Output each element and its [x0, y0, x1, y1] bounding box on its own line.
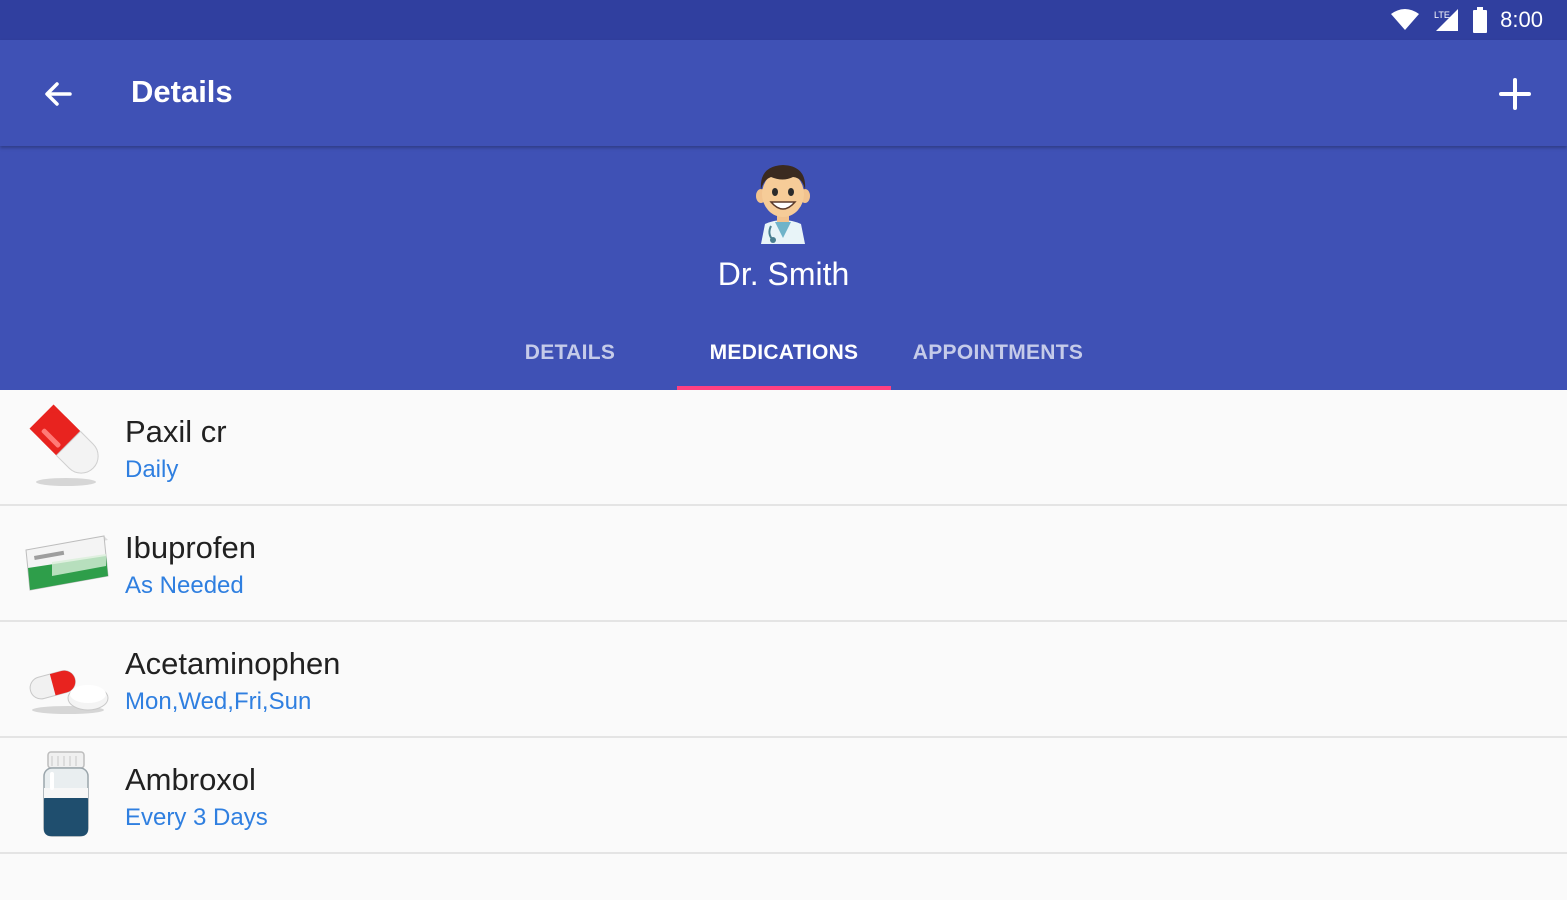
wifi-icon	[1391, 9, 1420, 30]
battery-icon	[1473, 7, 1488, 33]
tab-medications[interactable]: MEDICATIONS	[677, 316, 891, 390]
medication-frequency: Daily	[125, 456, 179, 483]
pill-box-icon	[25, 535, 109, 591]
doctor-avatar-icon	[756, 165, 810, 244]
medication-frequency: As Needed	[125, 572, 244, 599]
medication-frequency: Every 3 Days	[125, 804, 268, 831]
page-title: Details	[131, 74, 233, 109]
add-icon	[1499, 78, 1531, 110]
medication-frequency: Mon,Wed,Fri,Sun	[125, 688, 312, 715]
app-bar: Details	[0, 40, 1567, 146]
back-button[interactable]	[28, 66, 88, 122]
medication-list: Paxil cr Daily Ibuprofen As Needed Aceta…	[0, 390, 1567, 854]
tab-bar: DETAILS MEDICATIONS APPOINTMENTS	[0, 316, 1567, 390]
list-item-acetaminophen[interactable]: Acetaminophen Mon,Wed,Fri,Sun	[0, 622, 1567, 738]
tab-details[interactable]: DETAILS	[463, 316, 677, 390]
bottle-icon	[43, 751, 89, 837]
medication-name: Ambroxol	[125, 762, 256, 797]
signal-icon: LTE	[1434, 9, 1459, 31]
pills-icon	[29, 670, 109, 714]
status-bar: LTE 8:00	[0, 0, 1567, 40]
medication-name: Ibuprofen	[125, 530, 256, 565]
list-item-ambroxol[interactable]: Ambroxol Every 3 Days	[0, 738, 1567, 854]
add-button[interactable]	[1485, 64, 1545, 124]
list-item-ibuprofen[interactable]: Ibuprofen As Needed	[0, 506, 1567, 622]
status-icons: LTE 8:00	[1390, 6, 1543, 34]
medication-name: Acetaminophen	[125, 646, 341, 681]
capsule-icon	[29, 404, 99, 486]
list-item-paxil-cr[interactable]: Paxil cr Daily	[0, 390, 1567, 506]
status-time: 8:00	[1500, 7, 1543, 32]
doctor-name: Dr. Smith	[717, 256, 850, 292]
profile-header: Dr. Smith DETAILS MEDICATIONS APPOINTMEN…	[0, 146, 1567, 390]
arrow-back-icon	[45, 82, 72, 106]
medication-name: Paxil cr	[125, 414, 227, 449]
tab-appointments[interactable]: APPOINTMENTS	[891, 316, 1105, 390]
svg-text:LTE: LTE	[1434, 10, 1450, 20]
